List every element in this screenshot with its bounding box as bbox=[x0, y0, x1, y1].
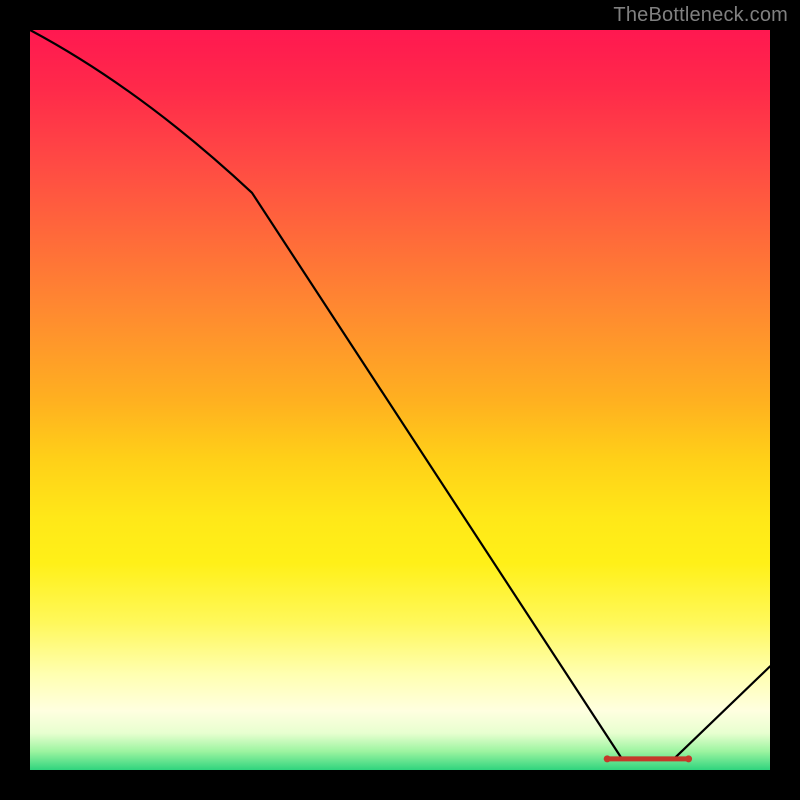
flat-segment-dot-1 bbox=[685, 755, 692, 762]
plot-area bbox=[30, 30, 770, 770]
flat-segment-dot-0 bbox=[604, 755, 611, 762]
watermark-text: TheBottleneck.com bbox=[613, 4, 788, 27]
flat-segment bbox=[604, 755, 692, 762]
chart-stage: TheBottleneck.com bbox=[0, 0, 800, 800]
chart-svg bbox=[30, 30, 770, 770]
curve-path bbox=[30, 30, 770, 759]
